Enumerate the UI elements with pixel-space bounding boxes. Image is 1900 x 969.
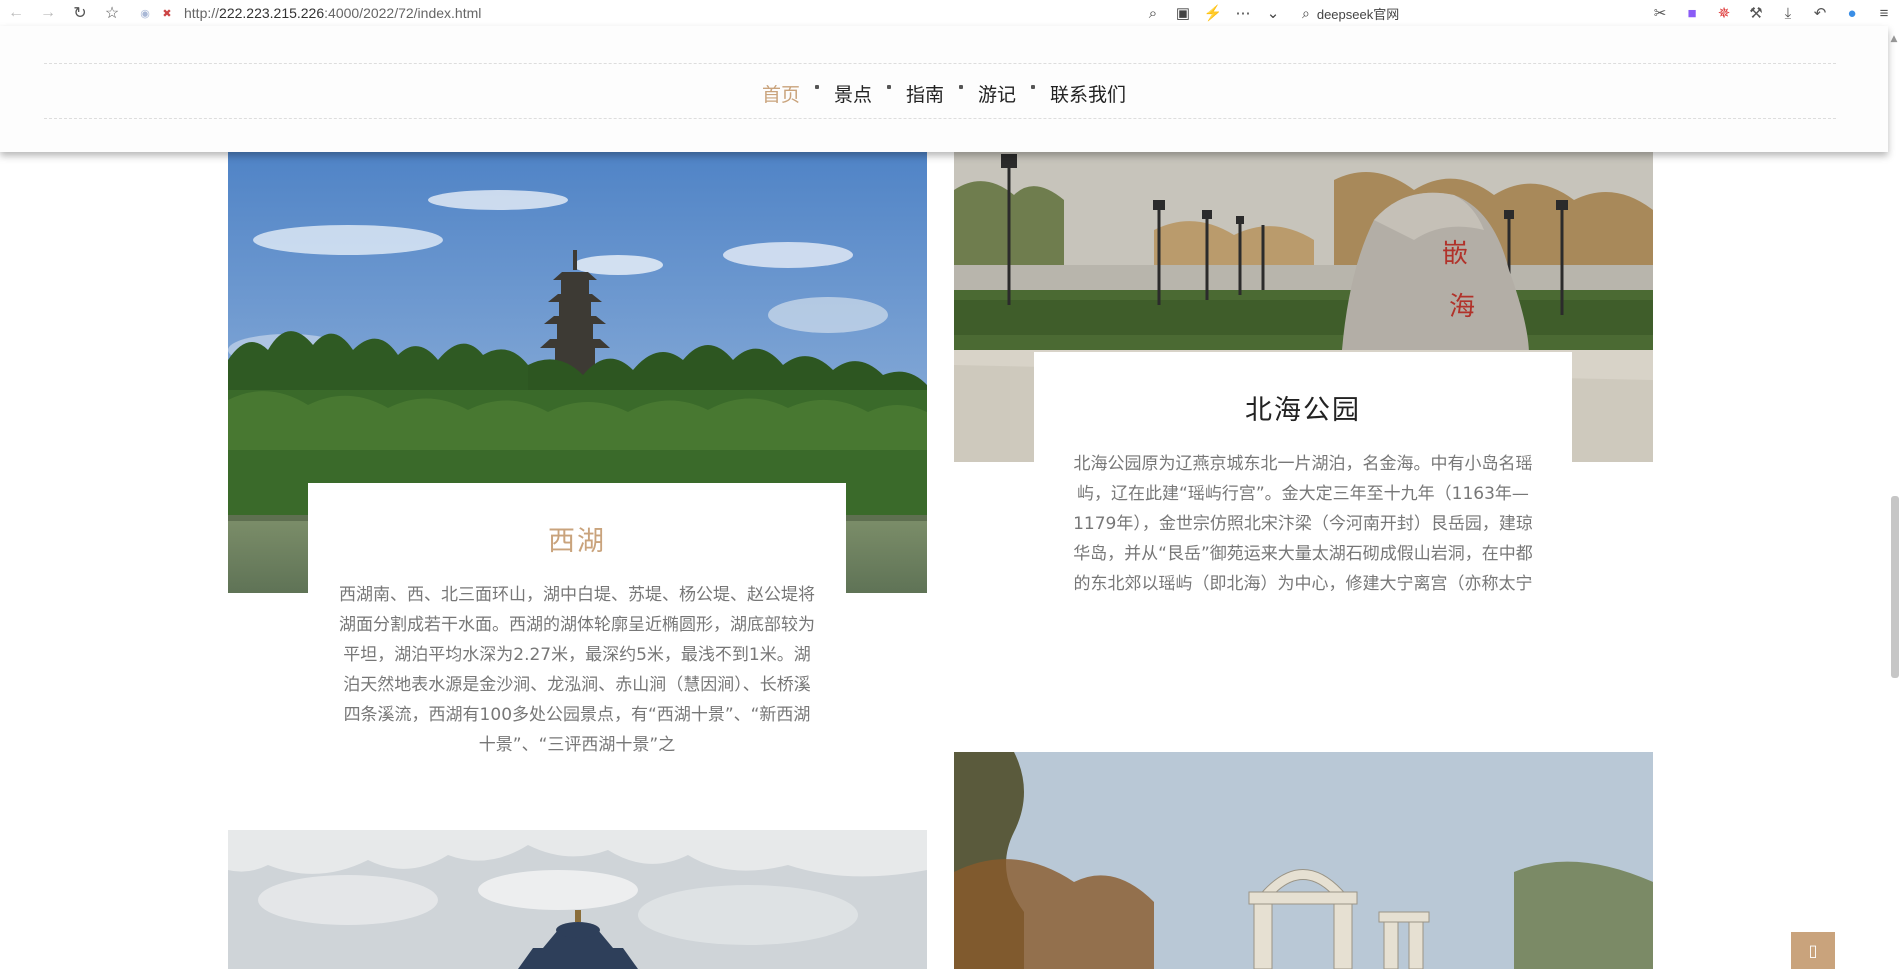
temple-photo <box>228 830 927 969</box>
puzzle-icon[interactable]: ✵ <box>1708 0 1740 26</box>
nav-link-guide[interactable]: 指南 <box>906 80 944 107</box>
menu-icon[interactable]: ≡ <box>1868 0 1900 26</box>
image-icon[interactable]: ▣ <box>1168 0 1198 26</box>
bolt-icon[interactable]: ⚡ <box>1198 0 1228 26</box>
bookmark-star-icon[interactable]: ☆ <box>96 0 128 26</box>
xihu-title[interactable]: 西湖 <box>308 519 846 558</box>
beihai-description: 北海公园原为辽燕京城东北一片湖泊，名金海。中有小岛名瑶屿，辽在此建“瑶屿行宫”。… <box>1073 454 1533 594</box>
beihai-content-box: 北海公园 北海公园原为辽燕京城东北一片湖泊，名金海。中有小岛名瑶屿，辽在此建“瑶… <box>1034 352 1572 630</box>
nav-separator <box>1031 85 1036 89</box>
search-icon: ⌕ <box>1302 4 1310 21</box>
forward-icon[interactable]: → <box>32 0 64 26</box>
card-ruins <box>954 752 1653 969</box>
cut-icon[interactable]: ✂ <box>1644 0 1676 26</box>
url-text[interactable]: http://222.223.215.226:4000/2022/72/inde… <box>184 5 481 21</box>
zoom-icon[interactable]: ⌕ <box>1138 0 1168 26</box>
nav-item-attractions[interactable]: 景点 <box>834 80 906 107</box>
card-xihu: 西湖 西湖南、西、北三面环山，湖中白堤、苏堤、杨公堤、赵公堤将湖面分割成若干水面… <box>228 150 927 755</box>
insecure-icon[interactable]: ✖ <box>156 7 178 20</box>
scroll-thumb[interactable] <box>1891 496 1899 678</box>
back-icon[interactable]: ← <box>0 0 32 26</box>
search-hint-text: deepseek官网 <box>1316 6 1400 22</box>
page-scrollbar[interactable]: ▲ <box>1888 26 1900 969</box>
extensions-icon[interactable]: ⚒ <box>1740 0 1772 26</box>
nav-divider-bottom <box>44 118 1836 119</box>
xihu-description: 西湖南、西、北三面环山，湖中白堤、苏堤、杨公堤、赵公堤将湖面分割成若干水面。西湖… <box>339 585 815 755</box>
browser-toolbar: ← → ↻ ☆ ◉ ✖ http://222.223.215.226:4000/… <box>0 0 1900 26</box>
profile-icon[interactable]: ● <box>1836 0 1868 26</box>
address-bar[interactable]: ◉ ✖ http://222.223.215.226:4000/2022/72/… <box>134 5 481 21</box>
nav-link-travelogue[interactable]: 游记 <box>978 80 1016 107</box>
nav-divider-top <box>44 63 1836 64</box>
nav-separator <box>886 85 891 89</box>
nav-item-contact[interactable]: 联系我们 <box>1050 80 1126 107</box>
temple-image[interactable] <box>228 830 927 969</box>
svg-text:嵌: 嵌 <box>1442 239 1468 269</box>
card-temple <box>228 830 927 969</box>
back-to-top-icon: ▯ <box>1808 941 1818 960</box>
card-beihai: 嵌 海 北海公园 北海公园原为辽燕京城东北一片湖泊，名金海。中有小岛名瑶屿，辽在… <box>954 150 1653 630</box>
nav-item-travelogue[interactable]: 游记 <box>978 80 1050 107</box>
download-icon[interactable]: ⤓ <box>1772 0 1804 26</box>
svg-text:海: 海 <box>1449 292 1475 322</box>
nav-link-contact[interactable]: 联系我们 <box>1050 80 1126 107</box>
site-info-icon[interactable]: ◉ <box>134 7 156 20</box>
beihai-title[interactable]: 北海公园 <box>1034 388 1572 427</box>
main-nav: 首页 景点 指南 游记 联系我们 <box>0 80 1888 107</box>
nav-separator <box>959 85 963 89</box>
back-to-top-button[interactable]: ▯ <box>1791 932 1835 969</box>
chevron-down-icon[interactable]: ⌄ <box>1258 0 1288 26</box>
nav-link-attractions[interactable]: 景点 <box>834 80 872 107</box>
nav-separator <box>814 85 819 89</box>
ruins-image[interactable] <box>954 752 1653 969</box>
search-box[interactable]: ⌕ deepseek官网 <box>1302 4 1399 23</box>
extension-icon[interactable]: ■ <box>1676 0 1708 26</box>
scroll-up-icon[interactable]: ▲ <box>1889 34 1899 44</box>
nav-item-guide[interactable]: 指南 <box>906 80 978 107</box>
more-icon[interactable]: ⋯ <box>1228 0 1258 26</box>
site-header: 首页 景点 指南 游记 联系我们 <box>0 26 1888 152</box>
nav-link-home[interactable]: 首页 <box>762 80 800 107</box>
undo-icon[interactable]: ↶ <box>1804 0 1836 26</box>
nav-item-home[interactable]: 首页 <box>762 80 834 107</box>
xihu-content-box: 西湖 西湖南、西、北三面环山，湖中白堤、苏堤、杨公堤、赵公堤将湖面分割成若干水面… <box>308 483 846 755</box>
ruins-photo <box>954 752 1653 969</box>
reload-icon[interactable]: ↻ <box>64 0 96 26</box>
